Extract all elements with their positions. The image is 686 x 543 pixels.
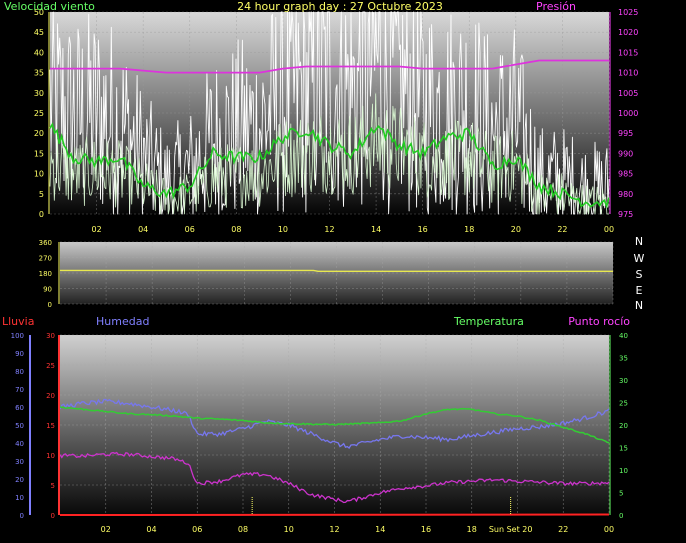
wind-x-tick-label: 12	[324, 225, 334, 234]
pressure-tick-label: 1020	[618, 28, 638, 37]
wind-tick-label: 25	[34, 109, 44, 118]
temperature-tick-label: 40	[619, 332, 628, 340]
humidity-tick-label: 100	[11, 332, 24, 340]
wind-x-tick-label: 10	[278, 225, 288, 234]
temperature-tick-label: 15	[619, 445, 628, 453]
humidity-tick-label: 10	[15, 494, 24, 502]
rain-tick-label: 5	[51, 482, 55, 490]
pressure-tick-label: 1000	[618, 109, 638, 118]
wind-x-tick-label: 18	[464, 225, 474, 234]
compass-label: N	[635, 299, 643, 312]
rain-tick-label: 20	[46, 392, 55, 400]
wind-tick-label: 30	[34, 89, 44, 98]
direction-tick-label: 0	[48, 301, 52, 309]
humidity-tick-label: 50	[15, 422, 24, 430]
rain-tick-label: 10	[46, 452, 55, 460]
direction-tick-label: 270	[39, 255, 52, 263]
temperature-tick-label: 25	[619, 400, 628, 408]
weather-graph-window: 0 5 10 15 20 25 30 35 40 45 50 975 980 985 990 995 1000 1…	[0, 0, 686, 543]
temperature-tick-label: 20	[619, 422, 628, 430]
wind-tick-label: 10	[34, 170, 44, 179]
temp-x-tick-label: 10	[284, 525, 294, 534]
direction-tick-label: 180	[39, 270, 52, 278]
wind-tick-label: 45	[34, 28, 44, 37]
wind-tick-label: 40	[34, 48, 44, 57]
humidity-tick-label: 70	[15, 386, 24, 394]
wind-x-tick-label: 08	[231, 225, 241, 234]
temperature-label: Temperatura	[453, 315, 524, 328]
wind-tick-label: 0	[39, 210, 44, 219]
compass-label: E	[636, 284, 643, 297]
temperature-tick-label: 5	[619, 490, 623, 498]
humidity-tick-label: 20	[15, 476, 24, 484]
pressure-tick-label: 975	[618, 210, 633, 219]
dewpoint-label: Punto rocío	[568, 315, 630, 328]
temperature-tick-label: 30	[619, 377, 628, 385]
wind-x-tick-label: 22	[557, 225, 567, 234]
chart-title: 24 hour graph day : 27 Octubre 2023	[237, 0, 443, 13]
temp-x-tick-label: 12	[329, 525, 339, 534]
wind-tick-label: 5	[39, 190, 44, 199]
humidity-label: Humedad	[96, 315, 149, 328]
wind-x-tick-label: 00	[604, 225, 614, 234]
temp-x-tick-label: 14	[375, 525, 385, 534]
wind-x-tick-label: 06	[185, 225, 195, 234]
temp-x-tick-label: 04	[146, 525, 156, 534]
direction-tick-label: 90	[43, 286, 52, 294]
wind-tick-label: 15	[34, 149, 44, 158]
humidity-tick-label: 40	[15, 440, 24, 448]
temp-x-tick-label: 16	[421, 525, 431, 534]
compass-label: N	[635, 235, 643, 248]
weather-chart-canvas: 0510152025303540455097598098599099510001…	[2, 0, 645, 534]
rain-tick-label: 25	[46, 362, 55, 370]
temp-x-tick-label: 18	[467, 525, 477, 534]
compass-label: S	[636, 268, 643, 281]
pressure-tick-label: 1015	[618, 48, 638, 57]
rain-label: Lluvia	[2, 315, 34, 328]
pressure-tick-label: 1005	[618, 89, 638, 98]
wind-x-tick-label: 04	[138, 225, 148, 234]
wind-speed-label: Velocidad viento	[4, 0, 95, 13]
humidity-tick-label: 0	[20, 512, 24, 520]
compass-label: W	[634, 252, 645, 265]
direction-tick-label: 360	[39, 239, 52, 247]
wind-tick-label: 35	[34, 69, 44, 78]
pressure-tick-label: 985	[618, 170, 633, 179]
pressure-tick-label: 1025	[618, 8, 638, 17]
temperature-tick-label: 0	[619, 512, 623, 520]
temp-x-tick-label: 06	[192, 525, 202, 534]
rain-tick-label: 30	[46, 332, 55, 340]
sunset-label: Sun Set 20	[489, 525, 533, 534]
pressure-label: Presión	[536, 0, 576, 13]
rain-line	[59, 513, 610, 516]
wind-x-tick-label: 14	[371, 225, 381, 234]
rain-tick-label: 0	[51, 512, 55, 520]
wind-tick-label: 20	[34, 129, 44, 138]
wind-x-tick-label: 16	[418, 225, 428, 234]
pressure-tick-label: 995	[618, 129, 633, 138]
temperature-tick-label: 10	[619, 467, 628, 475]
pressure-tick-label: 980	[618, 190, 633, 199]
wind-x-tick-label: 20	[511, 225, 521, 234]
temperature-tick-label: 35	[619, 355, 628, 363]
temp-x-tick-label: 22	[558, 525, 568, 534]
temp-x-tick-label: 02	[101, 525, 111, 534]
wind-x-tick-label: 02	[91, 225, 101, 234]
temp-x-tick-label: 08	[238, 525, 248, 534]
rain-tick-label: 15	[46, 422, 55, 430]
humidity-tick-label: 80	[15, 368, 24, 376]
humidity-tick-label: 60	[15, 404, 24, 412]
temp-x-tick-label: 00	[604, 525, 614, 534]
humidity-tick-label: 90	[15, 350, 24, 358]
humidity-tick-label: 30	[15, 458, 24, 466]
pressure-tick-label: 990	[618, 149, 633, 158]
pressure-tick-label: 1010	[618, 69, 638, 78]
